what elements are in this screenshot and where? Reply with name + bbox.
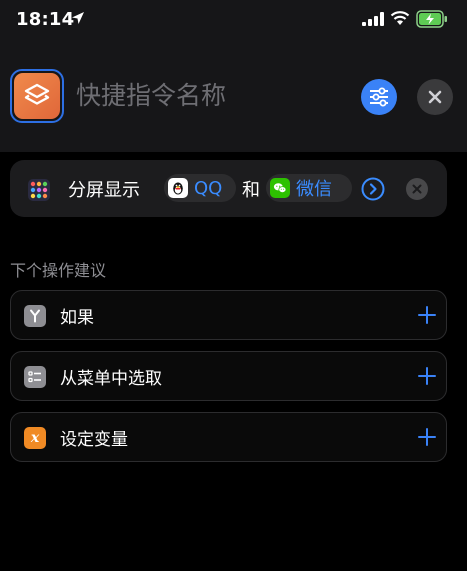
app1-label: QQ	[194, 177, 223, 199]
suggestions-heading: 下个操作建议	[10, 261, 107, 280]
close-icon	[412, 184, 422, 194]
cellular-signal-icon	[362, 12, 384, 26]
location-arrow-icon	[72, 12, 84, 24]
suggestion-item-if[interactable]: 如果	[10, 290, 447, 340]
suggestion-label: 从菜单中选取	[60, 369, 162, 389]
variable-icon: x	[24, 427, 46, 449]
remove-action-button[interactable]	[406, 178, 428, 200]
shortcut-icon-button[interactable]	[10, 69, 64, 123]
suggestion-item-choose-from-menu[interactable]: 从菜单中选取	[10, 351, 447, 401]
wifi-icon	[390, 11, 410, 25]
qq-penguin-icon	[168, 178, 188, 198]
add-icon[interactable]	[417, 305, 437, 325]
conjunction-label: 和	[242, 180, 260, 201]
sliders-icon	[370, 87, 388, 107]
expand-chevron-button[interactable]	[361, 177, 385, 201]
branch-icon	[24, 305, 46, 327]
list-icon	[24, 366, 46, 388]
shortcuts-layers-icon	[14, 73, 60, 119]
add-icon[interactable]	[417, 366, 437, 386]
app-chip-qq[interactable]: QQ	[164, 174, 236, 202]
suggestion-label: 设定变量	[60, 430, 128, 450]
status-time: 18:14	[16, 9, 75, 30]
settings-sliders-button[interactable]	[361, 79, 397, 115]
app2-label: 微信	[296, 179, 332, 200]
action-split-view-card[interactable]: 分屏显示 QQ 和 微信	[10, 160, 447, 217]
battery-charging-icon	[416, 10, 447, 28]
wechat-icon	[270, 178, 290, 198]
app-chip-wechat[interactable]: 微信	[266, 174, 352, 202]
shortcut-name-input[interactable]: 快捷指令名称	[76, 78, 338, 114]
suggestion-label: 如果	[60, 308, 94, 328]
add-icon[interactable]	[417, 427, 437, 447]
app-grid-icon	[28, 179, 50, 201]
close-icon	[428, 90, 442, 104]
suggestion-item-set-variable[interactable]: x 设定变量	[10, 412, 447, 462]
status-bar: 18:14	[0, 0, 467, 40]
close-button[interactable]	[417, 79, 453, 115]
action-label: 分屏显示	[68, 180, 140, 201]
